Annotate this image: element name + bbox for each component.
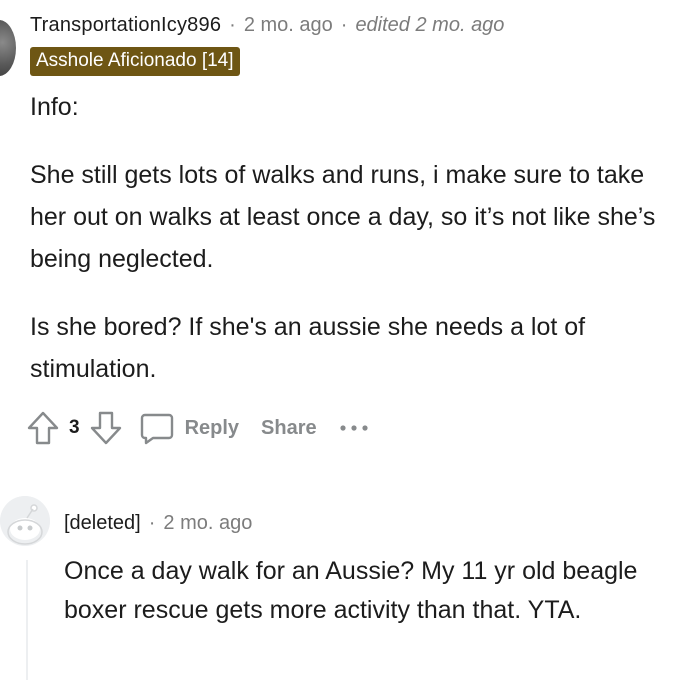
share-button[interactable]: Share [261, 417, 317, 440]
comment-body: Once a day walk for an Aussie? My 11 yr … [64, 557, 638, 624]
timestamp-link[interactable]: 2 mo. ago [163, 512, 252, 535]
downvote-icon[interactable] [89, 410, 123, 446]
meta-separator: · [229, 14, 236, 36]
comment-meta: TransportationIcy896 · 2 mo. ago · edite… [30, 14, 680, 37]
reply-comment: [deleted] · 2 mo. ago Once a day walk fo… [0, 490, 700, 680]
username-deleted: [deleted] [64, 512, 141, 534]
comment-action-bar: 3 Reply Share [26, 410, 369, 446]
edited-note: edited 2 mo. ago [355, 14, 505, 36]
more-icon[interactable] [339, 423, 369, 433]
reply-button[interactable]: Reply [185, 417, 239, 440]
comment: TransportationIcy896 · 2 mo. ago · edite… [30, 14, 680, 390]
comment-icon[interactable] [139, 410, 175, 446]
comment-paragraph: She still gets lots of walks and runs, i… [30, 161, 656, 273]
avatar[interactable] [0, 20, 16, 76]
comment-meta: [deleted] · 2 mo. ago [64, 512, 252, 535]
comment-paragraph: Is she bored? If she's an aussie she nee… [30, 313, 586, 383]
meta-separator: · [340, 14, 348, 36]
thread-line[interactable] [26, 560, 28, 680]
meta-separator: · [148, 512, 156, 534]
comment-paragraph: Info: [30, 93, 79, 121]
snoo-avatar-icon[interactable] [0, 496, 50, 546]
timestamp-link[interactable]: 2 mo. ago [244, 14, 333, 37]
upvote-icon[interactable] [26, 410, 60, 446]
vote-count: 3 [69, 417, 80, 438]
username-link[interactable]: TransportationIcy896 [30, 14, 221, 37]
user-flair: Asshole Aficionado [14] [30, 47, 240, 76]
